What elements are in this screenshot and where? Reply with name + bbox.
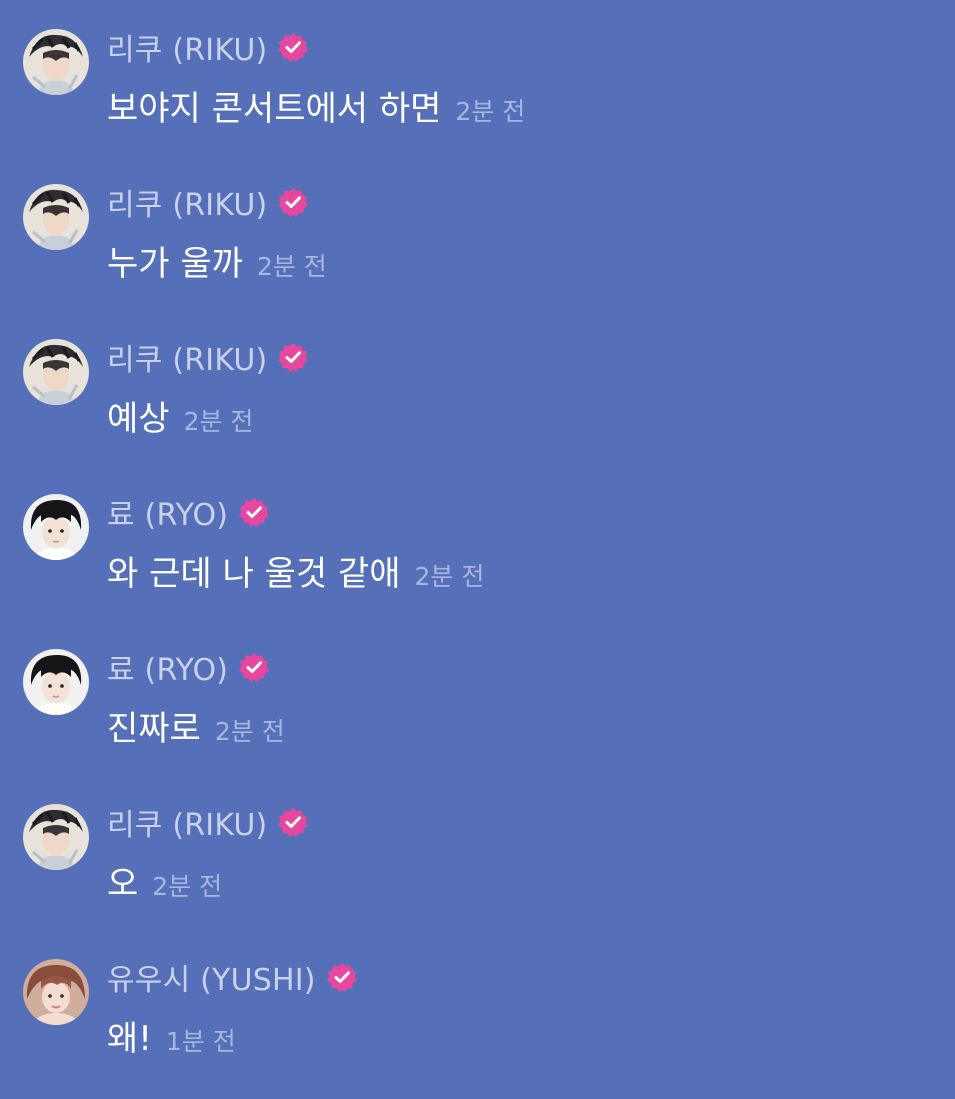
message-text: 예상 — [107, 399, 170, 439]
message-header: 리쿠 (RIKU) — [107, 25, 309, 69]
message-time: 2분 전 — [183, 407, 254, 436]
chat-message: 유우시 (YUSHI) 왜! 1분 전 — [0, 959, 955, 1099]
author-name[interactable]: 료 (RYO) — [107, 490, 228, 534]
message-time: 2분 전 — [414, 562, 485, 591]
avatar-riku[interactable] — [23, 29, 89, 95]
avatar-yushi[interactable] — [23, 959, 89, 1025]
message-time: 2분 전 — [256, 252, 327, 281]
chat-message: 리쿠 (RIKU) 예상 2분 전 — [0, 339, 955, 479]
message-body: 오 2분 전 — [107, 856, 223, 904]
chat-message: 료 (RYO) 와 근데 나 울것 같애 2분 전 — [0, 494, 955, 634]
message-body: 누가 울까 2분 전 — [107, 236, 327, 284]
message-time: 2분 전 — [214, 717, 285, 746]
message-header: 유우시 (YUSHI) — [107, 955, 358, 999]
message-body: 예상 2분 전 — [107, 391, 254, 439]
message-text: 와 근데 나 울것 같애 — [107, 554, 401, 594]
verified-badge-icon — [238, 651, 270, 683]
message-body: 보야지 콘서트에서 하면 2분 전 — [107, 81, 526, 129]
avatar-riku[interactable] — [23, 339, 89, 405]
message-text: 보야지 콘서트에서 하면 — [107, 89, 442, 129]
message-body: 왜! 1분 전 — [107, 1011, 236, 1059]
message-header: 리쿠 (RIKU) — [107, 800, 309, 844]
message-body: 진짜로 2분 전 — [107, 701, 285, 749]
author-name[interactable]: 리쿠 (RIKU) — [107, 25, 267, 69]
author-name[interactable]: 리쿠 (RIKU) — [107, 335, 267, 379]
avatar-riku[interactable] — [23, 804, 89, 870]
message-time: 1분 전 — [165, 1027, 236, 1056]
avatar-riku[interactable] — [23, 184, 89, 250]
message-header: 료 (RYO) — [107, 645, 270, 689]
chat-feed: 리쿠 (RIKU) 보야지 콘서트에서 하면 2분 전 리쿠 (RIKU) 누가… — [0, 0, 955, 1091]
author-name[interactable]: 리쿠 (RIKU) — [107, 180, 267, 224]
message-text: 누가 울까 — [107, 244, 243, 284]
verified-badge-icon — [277, 186, 309, 218]
message-header: 리쿠 (RIKU) — [107, 335, 309, 379]
avatar-ryo[interactable] — [23, 649, 89, 715]
author-name[interactable]: 리쿠 (RIKU) — [107, 800, 267, 844]
message-text: 진짜로 — [107, 709, 201, 749]
message-header: 리쿠 (RIKU) — [107, 180, 309, 224]
message-text: 오 — [107, 864, 139, 904]
author-name[interactable]: 료 (RYO) — [107, 645, 228, 689]
chat-message: 리쿠 (RIKU) 오 2분 전 — [0, 804, 955, 944]
author-name[interactable]: 유우시 (YUSHI) — [107, 955, 316, 999]
chat-message: 리쿠 (RIKU) 누가 울까 2분 전 — [0, 184, 955, 324]
verified-badge-icon — [238, 496, 270, 528]
chat-message: 료 (RYO) 진짜로 2분 전 — [0, 649, 955, 789]
verified-badge-icon — [277, 806, 309, 838]
message-body: 와 근데 나 울것 같애 2분 전 — [107, 546, 485, 594]
verified-badge-icon — [277, 341, 309, 373]
message-time: 2분 전 — [152, 872, 223, 901]
verified-badge-icon — [326, 961, 358, 993]
message-text: 왜! — [107, 1019, 152, 1059]
message-time: 2분 전 — [455, 97, 526, 126]
avatar-ryo[interactable] — [23, 494, 89, 560]
message-header: 료 (RYO) — [107, 490, 270, 534]
verified-badge-icon — [277, 31, 309, 63]
chat-message: 리쿠 (RIKU) 보야지 콘서트에서 하면 2분 전 — [0, 29, 955, 169]
